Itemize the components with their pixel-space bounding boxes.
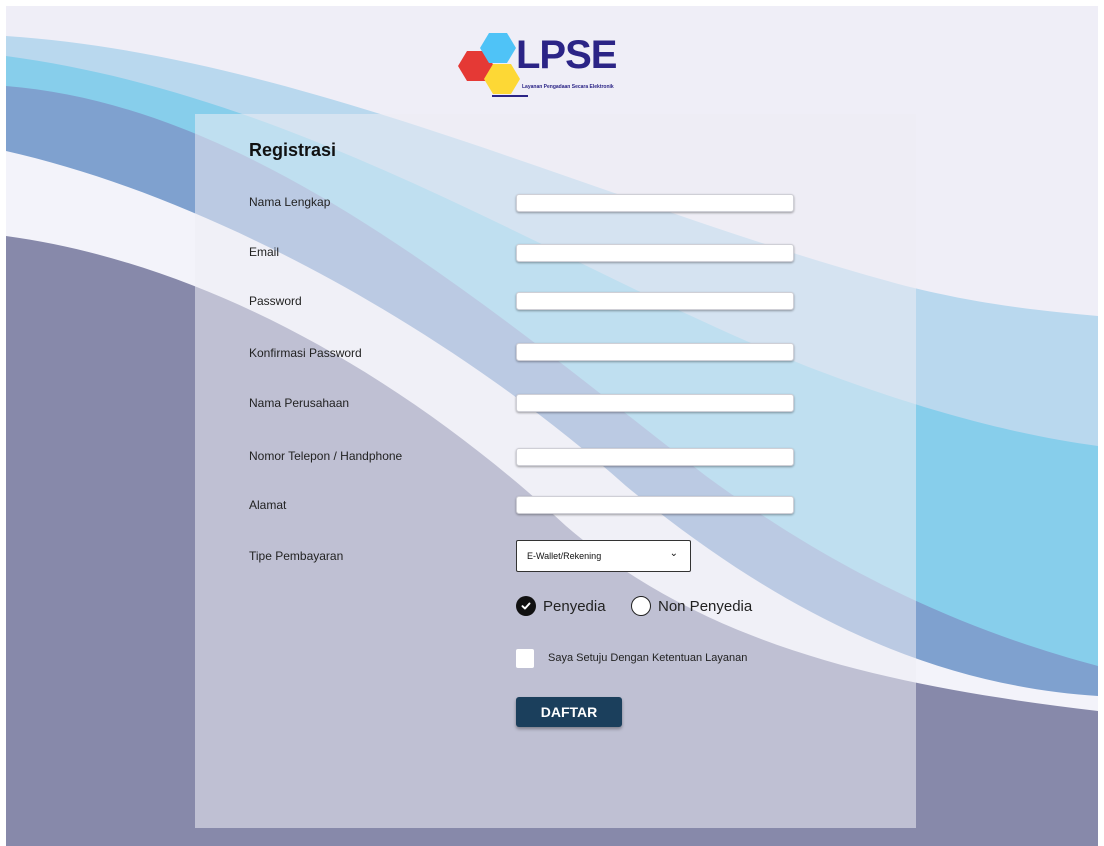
daftar-button[interactable]: DAFTAR <box>516 697 622 727</box>
email-label: Email <box>249 245 280 259</box>
nama-perusahaan-label: Nama Perusahaan <box>249 396 350 410</box>
konfirmasi-password-input[interactable] <box>516 343 794 361</box>
radio-unchecked-icon <box>631 596 651 616</box>
checkmark-icon <box>521 602 531 610</box>
radio-non-penyedia-label: Non Penyedia <box>658 597 753 615</box>
alamat-input[interactable] <box>516 496 794 514</box>
logo-subtitle: Layanan Pengadaan Secara Elektronik <box>522 84 614 90</box>
agreement-label: Saya Setuju Dengan Ketentuan Layanan <box>548 652 748 664</box>
radio-non-penyedia[interactable]: Non Penyedia <box>631 594 752 618</box>
nama-lengkap-input[interactable] <box>516 194 794 212</box>
registration-panel: Registrasi Nama Lengkap Email Password K… <box>195 114 916 828</box>
field-row-nama-lengkap: Nama Lengkap <box>195 192 916 222</box>
radio-penyedia-label: Penyedia <box>543 597 606 615</box>
field-row-nomor-telepon: Nomor Telepon / Handphone <box>195 448 916 478</box>
tipe-pembayaran-select[interactable]: E-Wallet/Rekening ⌄ <box>516 540 691 572</box>
nama-perusahaan-input[interactable] <box>516 394 794 412</box>
email-input[interactable] <box>516 244 794 262</box>
field-row-konfirmasi-password: Konfirmasi Password <box>195 342 916 372</box>
page-title: Registrasi <box>249 140 337 160</box>
logo-title: LPSE <box>516 33 617 77</box>
lpse-logo: LPSE Layanan Pengadaan Secara Elektronik <box>450 24 630 104</box>
field-row-nama-perusahaan: Nama Perusahaan <box>195 394 916 424</box>
page-background: LPSE Layanan Pengadaan Secara Elektronik… <box>6 6 1098 846</box>
chevron-down-icon: ⌄ <box>669 548 678 559</box>
nomor-telepon-input[interactable] <box>516 448 794 466</box>
konfirmasi-password-label: Konfirmasi Password <box>249 346 362 360</box>
nama-lengkap-label: Nama Lengkap <box>249 195 331 209</box>
nomor-telepon-label: Nomor Telepon / Handphone <box>249 449 403 463</box>
radio-checked-icon <box>516 596 536 616</box>
agreement-checkbox[interactable] <box>516 649 534 668</box>
field-row-password: Password <box>195 292 916 322</box>
password-input[interactable] <box>516 292 794 310</box>
radio-penyedia[interactable]: Penyedia <box>516 594 606 618</box>
tipe-pembayaran-value: E-Wallet/Rekening <box>527 551 602 561</box>
tipe-pembayaran-label: Tipe Pembayaran <box>249 549 344 563</box>
field-row-alamat: Alamat <box>195 496 916 526</box>
alamat-label: Alamat <box>249 498 287 512</box>
password-label: Password <box>249 294 302 308</box>
field-row-email: Email <box>195 242 916 272</box>
